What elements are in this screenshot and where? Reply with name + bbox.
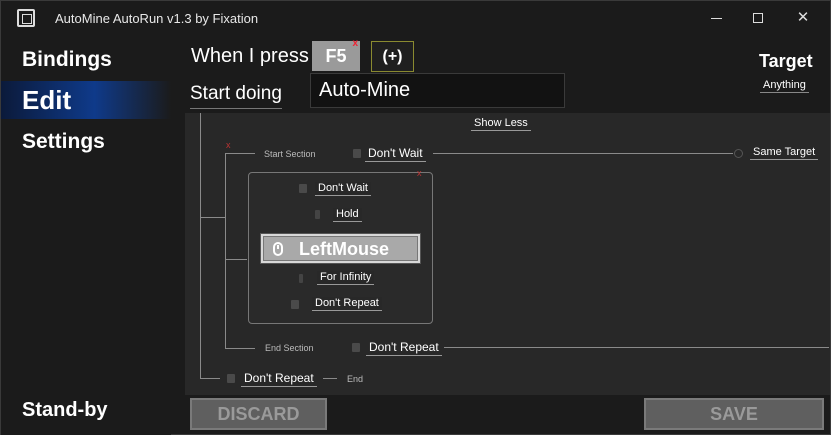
status-standby: Stand-by: [22, 399, 108, 421]
show-less-link[interactable]: Show Less: [471, 117, 531, 131]
sidebar-item-edit[interactable]: Edit: [1, 81, 171, 119]
sidebar-item-settings[interactable]: Settings: [1, 123, 171, 161]
save-button[interactable]: SAVE: [644, 398, 824, 430]
start-doing-label: Start doing: [190, 83, 282, 109]
action-duration-option[interactable]: For Infinity: [317, 271, 375, 285]
action-wait-option[interactable]: Don't Wait: [315, 182, 371, 196]
duration-icon: [299, 274, 303, 283]
remove-hotkey-icon[interactable]: x: [352, 38, 358, 50]
start-section-wait-option[interactable]: Don't Wait: [365, 146, 426, 162]
title-bar: AutoMine AutoRun v1.3 by Fixation ✕: [1, 1, 830, 35]
end-section-label: End Section: [265, 343, 314, 353]
when-i-press-label: When I press: [191, 45, 309, 67]
discard-button[interactable]: DISCARD: [190, 398, 327, 430]
mouse-icon: [273, 242, 283, 256]
action-key-label: LeftMouse: [299, 239, 389, 259]
action-mode-option[interactable]: Hold: [333, 208, 362, 222]
repeat-icon: [352, 343, 360, 352]
start-section-target-option[interactable]: Same Target: [750, 146, 819, 160]
end-repeat-option[interactable]: Don't Repeat: [241, 371, 317, 387]
remove-action-icon[interactable]: x: [417, 169, 422, 178]
tree-line-outer: [200, 113, 201, 378]
window-title: AutoMine AutoRun v1.3 by Fixation: [55, 11, 259, 26]
end-section-repeat-option[interactable]: Don't Repeat: [366, 340, 442, 356]
app-logo-icon: [17, 9, 35, 27]
hotkey-button[interactable]: F5 x: [312, 38, 360, 71]
remove-section-icon[interactable]: x: [226, 141, 231, 150]
end-connector: [323, 378, 337, 379]
app-window: AutoMine AutoRun v1.3 by Fixation ✕ Bind…: [0, 0, 831, 435]
wait-icon: [353, 149, 361, 158]
tree-branch-final: [200, 378, 220, 379]
hold-icon: [315, 210, 320, 219]
close-icon[interactable]: ✕: [788, 7, 818, 29]
repeat-icon: [291, 300, 299, 309]
tree-branch-end: [225, 348, 255, 349]
tree-branch-action: [225, 259, 247, 260]
end-label: End: [347, 374, 364, 384]
add-hotkey-button[interactable]: (+): [371, 41, 414, 72]
tree-line-section: [225, 153, 226, 349]
hotkey-label: F5: [325, 46, 347, 66]
action-repeat-option[interactable]: Don't Repeat: [312, 297, 382, 311]
target-icon: [734, 149, 743, 158]
sidebar: Bindings Edit Settings Stand-by: [1, 35, 171, 435]
sidebar-item-bindings[interactable]: Bindings: [1, 41, 171, 79]
start-section-label: Start Section: [264, 149, 316, 159]
target-label: Target: [759, 51, 813, 71]
wait-icon: [299, 184, 307, 193]
tree-branch: [200, 217, 225, 218]
end-section-line: [444, 347, 829, 348]
macro-name-input[interactable]: [310, 73, 565, 108]
minimize-icon[interactable]: [701, 7, 731, 29]
action-key-button[interactable]: LeftMouse: [260, 233, 421, 264]
target-dropdown[interactable]: Anything: [760, 79, 809, 93]
repeat-icon: [227, 374, 235, 383]
start-section-line: [433, 153, 733, 154]
maximize-icon[interactable]: [743, 7, 773, 29]
tree-branch-start: [225, 153, 255, 154]
